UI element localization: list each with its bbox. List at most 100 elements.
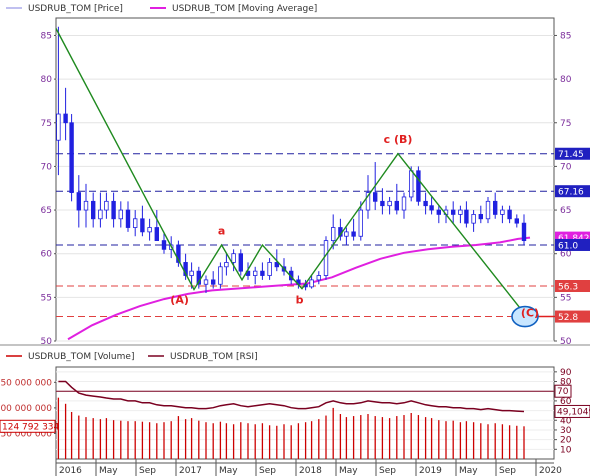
candle-body xyxy=(260,270,265,276)
time-label: Sep xyxy=(499,466,516,476)
candle-body xyxy=(161,240,167,250)
volume-tick: 150 000 000 xyxy=(0,378,52,388)
legend-volume-label: USDRUB_TOM [Volume] xyxy=(28,352,134,362)
price-badge-text: 67.16 xyxy=(558,188,584,198)
price-tick-right: 65 xyxy=(560,206,571,216)
candle-body xyxy=(140,218,145,233)
price-tick-right: 80 xyxy=(560,75,572,85)
candle-body xyxy=(436,209,441,215)
time-label: Sep xyxy=(139,466,156,476)
candle-body xyxy=(69,122,74,193)
rsi-tick: 90 xyxy=(560,368,572,378)
candle-body xyxy=(111,200,116,220)
candle-body xyxy=(267,262,272,276)
legend-price-label: USDRUB_TOM [Price] xyxy=(28,4,123,14)
candle-body xyxy=(231,253,236,263)
candle-body xyxy=(358,209,363,237)
time-label: 2020 xyxy=(539,466,562,476)
price-badge-text: 61.0 xyxy=(558,241,578,251)
candle-body xyxy=(500,209,505,215)
price-tick-right: 85 xyxy=(560,31,571,41)
candle-body xyxy=(450,209,456,215)
candle-body xyxy=(210,279,216,285)
candle-body xyxy=(492,200,498,215)
candle-body xyxy=(63,113,68,124)
candle-body xyxy=(344,231,349,237)
time-axis: 2016 May Sep 2017 May Sep 2018 May Sep 2019 May Sep… xyxy=(55,459,562,476)
candle-body xyxy=(309,279,314,288)
price-badge-text: 52.8 xyxy=(558,313,578,323)
candle-body xyxy=(189,270,194,276)
candle-body xyxy=(507,209,512,220)
legend-rsi-label: USDRUB_TOM [RSI] xyxy=(170,352,258,362)
candle-body xyxy=(132,218,138,228)
candle-body xyxy=(147,227,152,233)
legend-bottom: USDRUB_TOM [Volume] USDRUB_TOM [RSI] xyxy=(6,352,258,362)
candle-body xyxy=(330,227,336,242)
rsi-tick: 10 xyxy=(560,445,572,455)
price-y-axis-left: 5055606570758085 xyxy=(41,31,56,347)
time-label: 2017 xyxy=(179,466,202,476)
price-tick-right: 55 xyxy=(560,293,571,303)
price-tick-left: 80 xyxy=(41,75,53,85)
candle-body xyxy=(252,270,258,276)
candle-body xyxy=(401,196,407,211)
candle-body xyxy=(98,209,103,220)
wave-label: b xyxy=(296,293,304,306)
candle-body xyxy=(104,200,109,211)
candle-body xyxy=(76,192,81,211)
price-badge-text: 71.45 xyxy=(558,150,584,160)
candle-body xyxy=(351,231,356,237)
time-label: May xyxy=(459,466,478,476)
time-label: 2019 xyxy=(419,466,442,476)
candle-body xyxy=(154,227,159,242)
time-label: Sep xyxy=(379,466,396,476)
time-label: 2016 xyxy=(59,466,82,476)
price-badge-text: 56.3 xyxy=(558,283,578,293)
candle-body xyxy=(514,218,519,224)
wave-label: c (B) xyxy=(384,133,413,146)
candle-body xyxy=(203,279,209,285)
candle-body xyxy=(478,214,483,220)
time-label: Sep xyxy=(259,466,276,476)
volume-tick: 100 000 000 xyxy=(0,404,52,414)
candle-body xyxy=(218,266,223,285)
time-label: May xyxy=(99,466,118,476)
time-label: 2018 xyxy=(299,466,322,476)
candle-body xyxy=(423,200,428,207)
candle-body xyxy=(380,200,385,207)
time-label: May xyxy=(219,466,238,476)
candle-body xyxy=(416,170,421,202)
candle-body xyxy=(458,209,463,215)
price-tick-right: 75 xyxy=(560,119,571,129)
candle-body xyxy=(429,205,434,211)
price-tick-left: 55 xyxy=(41,293,52,303)
candle-body xyxy=(224,262,229,268)
candle-body xyxy=(323,240,329,276)
rsi-tick: 30 xyxy=(560,426,572,436)
price-tick-left: 85 xyxy=(41,31,52,41)
candle-body xyxy=(91,200,96,220)
legend-top: USDRUB_TOM [Price] USDRUB_TOM [Moving Av… xyxy=(6,4,317,14)
price-tick-right: 70 xyxy=(560,162,572,172)
candle-body xyxy=(408,170,414,198)
candle-body xyxy=(485,200,491,220)
rsi-70-badge-text: 70 xyxy=(557,387,569,397)
candle-body xyxy=(125,209,131,228)
price-tick-left: 65 xyxy=(41,206,52,216)
price-tick-left: 75 xyxy=(41,119,52,129)
wave-label: (A) xyxy=(170,293,189,306)
candle-body xyxy=(521,222,527,242)
candle-body xyxy=(464,209,469,224)
candle-body xyxy=(394,200,399,211)
wave-label: (C) xyxy=(521,307,539,320)
price-tick-left: 70 xyxy=(41,162,53,172)
candle-body xyxy=(316,275,321,281)
rsi-badge-text: 49,1049 xyxy=(557,407,590,417)
chart-canvas: USDRUB_TOM [Price] USDRUB_TOM [Moving Av… xyxy=(0,4,590,476)
wave-label: a xyxy=(218,224,225,237)
candle-body xyxy=(372,192,378,202)
legend-ma-label: USDRUB_TOM [Moving Average] xyxy=(172,4,317,14)
candle-body xyxy=(83,200,89,211)
price-tick-left: 60 xyxy=(41,250,53,260)
